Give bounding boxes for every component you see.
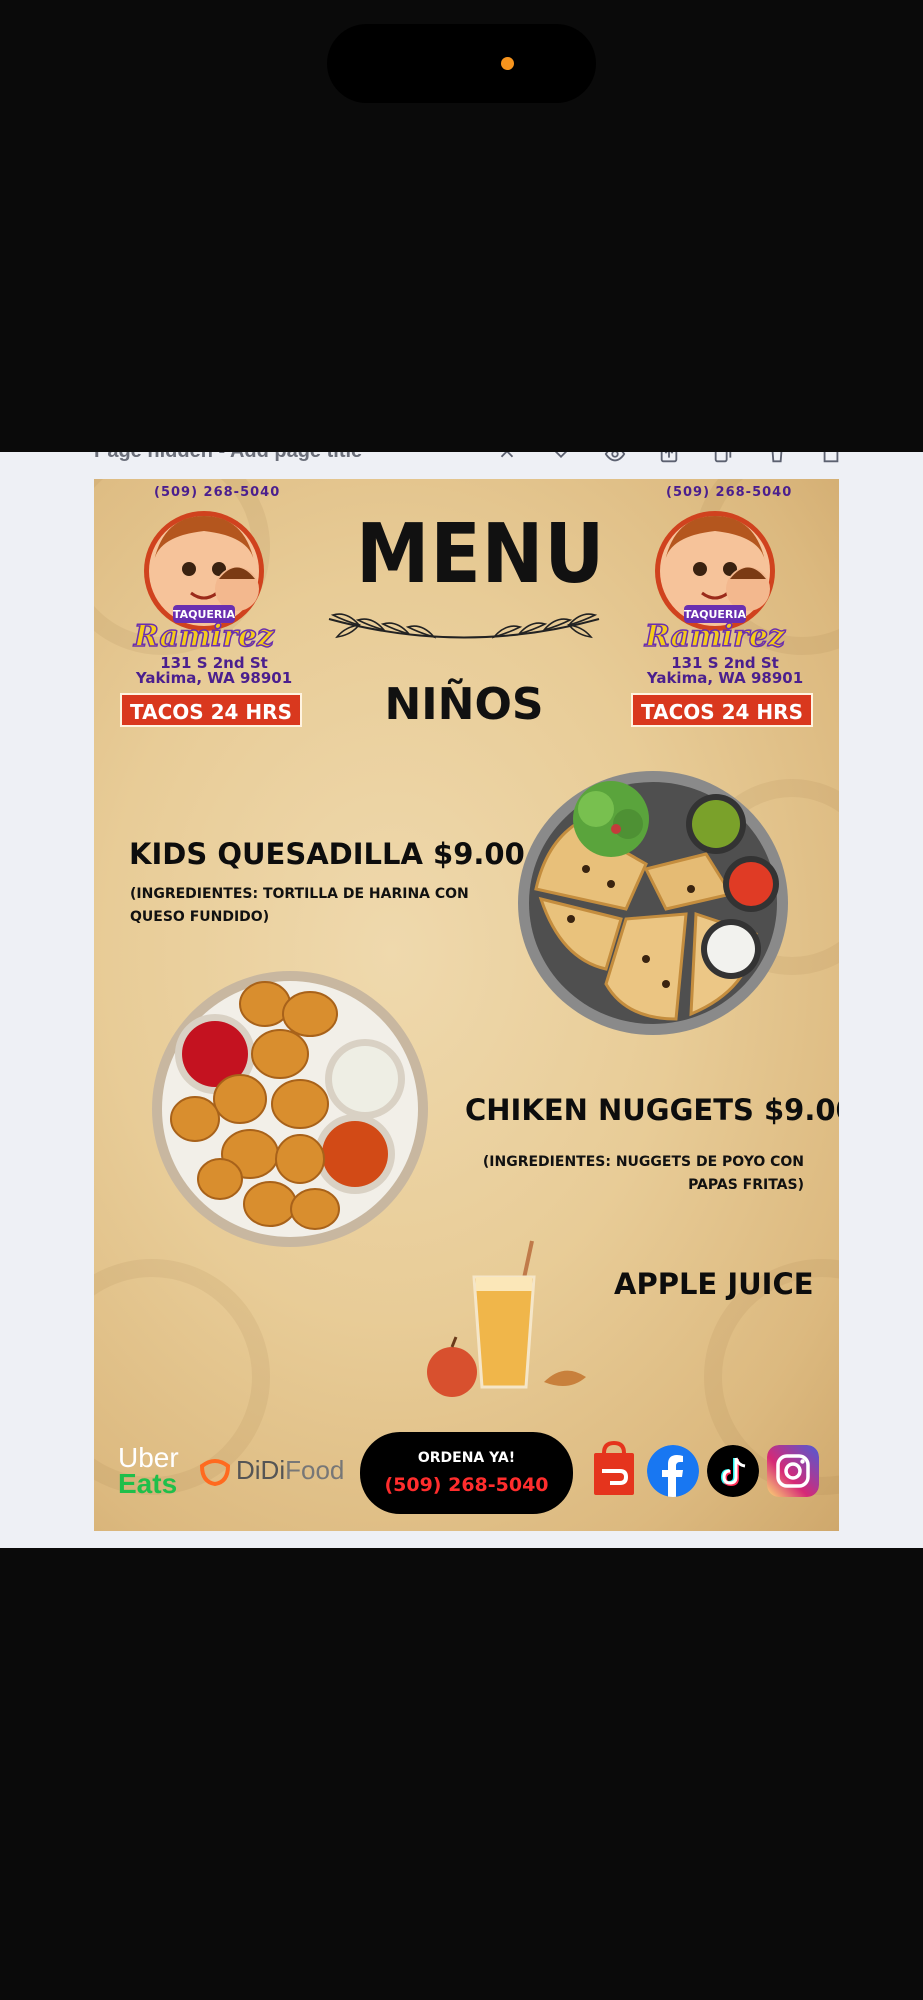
page-toolbar <box>480 452 858 472</box>
svg-text:Ramirez: Ramirez <box>133 619 275 654</box>
trash-icon[interactable] <box>750 452 804 472</box>
bottom-blackout <box>0 1548 923 2000</box>
tiktok-icon[interactable] <box>707 1445 759 1497</box>
item-desc-quesadilla: (INGREDIENTES: TORTILLA DE HARINA CON QU… <box>130 886 469 925</box>
chevron-up-icon[interactable] <box>480 452 534 472</box>
didi-food-text: Food <box>285 1455 345 1485</box>
address-left: 131 S 2nd St Yakima, WA 98901 <box>114 656 314 686</box>
chicken-nuggets-plate-image <box>152 971 428 1247</box>
quesadilla-plate-image <box>518 771 788 1035</box>
didi-orange-icon <box>199 1458 231 1486</box>
facebook-icon[interactable] <box>647 1445 699 1497</box>
laurel-divider-icon <box>328 613 600 639</box>
menu-page[interactable]: (509) 268-5040 TAQUERIA Ramirez 131 S 2n… <box>94 479 839 1531</box>
address-city: Yakima, WA 98901 <box>646 669 804 687</box>
section-title-ninos: NIÑOS <box>384 679 544 730</box>
address-city: Yakima, WA 98901 <box>135 669 293 687</box>
item-title-chicken-nuggets: CHIKEN NUGGETS $9.00 <box>465 1093 839 1127</box>
doordash-bag-icon[interactable] <box>592 1441 636 1497</box>
item-desc-chicken-nuggets: (INGREDIENTES: NUGGETS DE POYO CON PAPAS… <box>482 1154 804 1193</box>
duplicate-icon[interactable] <box>696 452 750 472</box>
didi-food-logo[interactable]: DiDi Food <box>198 1455 344 1486</box>
dynamic-island <box>327 24 596 103</box>
menu-title: MENU <box>356 507 606 602</box>
order-now-pill[interactable]: ORDENA YA! (509) 268-5040 <box>360 1432 573 1514</box>
page-title-label[interactable]: Page hidden - Add page title <box>94 452 362 463</box>
taqueria-logo-left: TAQUERIA Ramirez <box>132 511 276 655</box>
didi-text: DiDi <box>236 1455 286 1485</box>
upload-icon[interactable] <box>642 452 696 472</box>
order-phone: (509) 268-5040 <box>384 1474 549 1496</box>
eye-icon[interactable] <box>588 452 642 472</box>
phone-number-left: (509) 268-5040 <box>154 485 281 500</box>
uber-eats-logo[interactable]: Uber Eats <box>118 1444 179 1499</box>
item-title-quesadilla: KIDS QUESADILLA $9.00 <box>129 837 525 871</box>
tacos-24hrs-badge-left: TACOS 24 HRS <box>120 693 302 727</box>
instagram-icon[interactable] <box>767 1445 819 1497</box>
tacos-24hrs-badge-right: TACOS 24 HRS <box>631 693 813 727</box>
order-now-label: ORDENA YA! <box>417 1450 516 1466</box>
uber-eats-line2: Eats <box>118 1468 178 1499</box>
address-right: 131 S 2nd St Yakima, WA 98901 <box>625 656 825 686</box>
add-page-icon[interactable] <box>804 452 858 472</box>
design-editor-canvas: Page hidden - Add page title (509) 268-5… <box>0 452 923 1548</box>
chevron-down-icon[interactable] <box>534 452 588 472</box>
taqueria-logo-right: TAQUERIA Ramirez <box>643 511 787 655</box>
svg-text:Ramirez: Ramirez <box>644 619 786 654</box>
item-title-apple-juice: APPLE JUICE <box>614 1267 814 1301</box>
phone-number-right: (509) 268-5040 <box>666 485 793 500</box>
recording-indicator-icon <box>501 57 514 70</box>
apple-juice-image <box>427 1240 586 1397</box>
